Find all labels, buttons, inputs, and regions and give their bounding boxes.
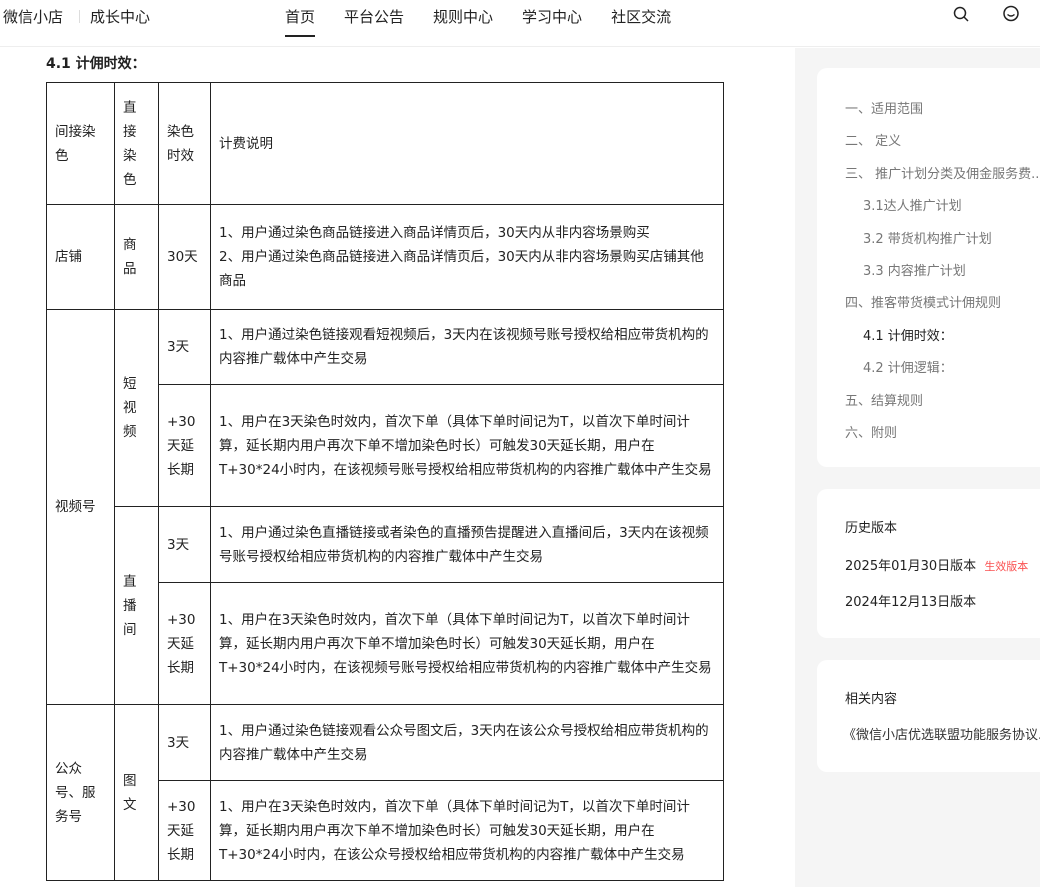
cell: 店铺 xyxy=(46,204,115,310)
version-item[interactable]: 2025年01月30日版本 生效版本 xyxy=(845,555,1028,574)
cell: 1、用户在3天染色时效内，首次下单（具体下单时间记为T，以首次下单时间计算，延长… xyxy=(210,582,724,705)
related-title: 相关内容 xyxy=(845,692,898,707)
top-header: 微信小店 成长中心 首页 平台公告 规则中心 学习中心 社区交流 xyxy=(0,0,1040,47)
header-cell: 计费说明 xyxy=(210,82,724,205)
toc-item[interactable]: 一、适用范围 xyxy=(845,98,923,117)
right-sidebar: 一、适用范围 二、 定义 三、 推广计划分类及佣金服务费... 3.1达人推广计… xyxy=(795,48,1040,887)
table-header-row: 间接染色 直接染色 染色时效 计费说明 xyxy=(46,82,724,205)
cell: 公众号、服务号 xyxy=(46,704,115,881)
cell: 视频号 xyxy=(46,309,115,705)
cell: +30天延长期 xyxy=(158,780,211,881)
toc-item[interactable]: 3.1达人推广计划 xyxy=(863,195,962,214)
section-title: 4.1 计佣时效： xyxy=(46,56,146,72)
toc-item[interactable]: 二、 定义 xyxy=(845,130,901,149)
related-link[interactable]: 《微信小店优选联盟功能服务协议... xyxy=(843,724,1040,743)
cell: 1、用户在3天染色时效内，首次下单（具体下单时间记为T，以首次下单时间计算，延长… xyxy=(210,384,724,507)
cell: 1、用户通过染色链接观看公众号图文后，3天内在该公众号授权给相应带货机构的内容推… xyxy=(210,704,724,781)
header-cell: 直接染色 xyxy=(114,82,159,205)
commission-timing-table: 间接染色 直接染色 染色时效 计费说明 店铺 商品 30天 1、用户通过染色商品… xyxy=(46,82,724,881)
related-card: 相关内容 《微信小店优选联盟功能服务协议... xyxy=(817,660,1040,772)
main-nav: 首页 平台公告 规则中心 学习中心 社区交流 xyxy=(285,6,671,37)
header-cell: 间接染色 xyxy=(46,82,115,205)
table-row: 直播间 3天 1、用户通过染色直播链接或者染色的直播预告提醒进入直播间后，3天内… xyxy=(47,506,724,705)
toc-card: 一、适用范围 二、 定义 三、 推广计划分类及佣金服务费... 3.1达人推广计… xyxy=(817,68,1040,467)
cell: 3天 xyxy=(158,309,211,385)
cell: 30天 xyxy=(158,204,211,310)
cell: +30天延长期 xyxy=(158,384,211,507)
history-card: 历史版本 2025年01月30日版本 生效版本 2024年12月13日版本 xyxy=(817,489,1040,638)
cell: 3天 xyxy=(158,704,211,781)
cell: 1、用户通过染色链接观看短视频后，3天内在该视频号账号授权给相应带货机构的内容推… xyxy=(210,309,724,385)
version-item[interactable]: 2024年12月13日版本 xyxy=(845,591,976,610)
table-row: 店铺 商品 30天 1、用户通过染色商品链接进入商品详情页后，30天内从非内容场… xyxy=(46,204,724,310)
nav-home[interactable]: 首页 xyxy=(285,6,316,37)
cell: 短视频 xyxy=(114,309,159,507)
version-label: 2025年01月30日版本 xyxy=(845,559,977,574)
table-row: 视频号 短视频 3天 1、用户通过染色链接观看短视频后，3天内在该视频号账号授权… xyxy=(46,309,724,705)
cell: 商品 xyxy=(114,204,159,310)
nav-learning[interactable]: 学习中心 xyxy=(522,6,582,27)
nav-rules[interactable]: 规则中心 xyxy=(433,6,493,27)
message-icon[interactable] xyxy=(1002,5,1020,23)
toc-item[interactable]: 3.3 内容推广计划 xyxy=(863,260,966,279)
active-version-badge: 生效版本 xyxy=(984,560,1029,573)
divider xyxy=(79,10,80,23)
toc-item[interactable]: 4.2 计佣逻辑： xyxy=(863,357,953,376)
toc-item[interactable]: 三、 推广计划分类及佣金服务费... xyxy=(845,163,1040,182)
table-row: 公众号、服务号 图文 3天 1、用户通过染色链接观看公众号图文后，3天内在该公众… xyxy=(46,704,724,881)
cell: +30天延长期 xyxy=(158,582,211,705)
toc-item-active[interactable]: 4.1 计佣时效： xyxy=(863,325,953,344)
cell: 3天 xyxy=(158,506,211,583)
brand-logo[interactable]: 微信小店 xyxy=(3,6,63,27)
toc-item[interactable]: 六、附则 xyxy=(845,422,897,441)
search-icon[interactable] xyxy=(952,5,970,23)
history-title: 历史版本 xyxy=(845,521,898,536)
desc-line: 2、用户通过染色商品链接进入商品详情页后，30天内从非内容场景购买店铺其他商品 xyxy=(219,249,704,289)
toc-item[interactable]: 3.2 带货机构推广计划 xyxy=(863,228,992,247)
cell: 直播间 xyxy=(114,506,159,705)
toc-item[interactable]: 四、推客带货模式计佣规则 xyxy=(845,292,1001,311)
growth-center-link[interactable]: 成长中心 xyxy=(90,6,150,27)
header-cell: 染色时效 xyxy=(158,82,211,205)
desc-line: 1、用户通过染色商品链接进入商品详情页后，30天内从非内容场景购买 xyxy=(219,225,650,241)
cell: 1、用户在3天染色时效内，首次下单（具体下单时间记为T，以首次下单时间计算，延长… xyxy=(210,780,724,881)
nav-community[interactable]: 社区交流 xyxy=(611,6,671,27)
cell: 1、用户通过染色直播链接或者染色的直播预告提醒进入直播间后，3天内在该视频号账号… xyxy=(210,506,724,583)
cell: 图文 xyxy=(114,704,159,881)
nav-announcements[interactable]: 平台公告 xyxy=(344,6,404,27)
toc-item[interactable]: 五、结算规则 xyxy=(845,390,923,409)
cell: 1、用户通过染色商品链接进入商品详情页后，30天内从非内容场景购买 2、用户通过染… xyxy=(210,204,724,310)
